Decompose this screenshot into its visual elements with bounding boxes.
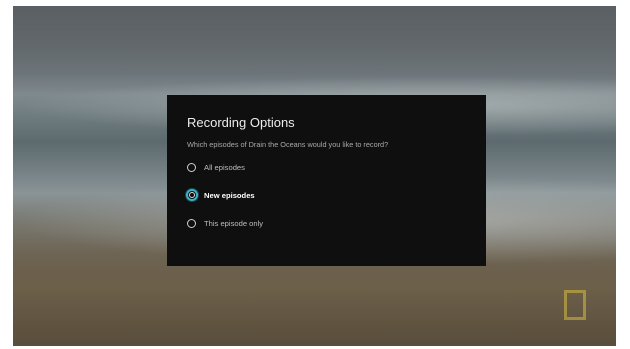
option-new-episodes[interactable]: New episodes: [185, 188, 466, 202]
option-this-episode-only[interactable]: This episode only: [187, 216, 466, 230]
option-all-episodes[interactable]: All episodes: [187, 160, 466, 174]
network-logo-icon: [564, 290, 586, 320]
radio-unselected-icon[interactable]: [187, 218, 196, 228]
option-label: All episodes: [204, 162, 245, 172]
radio-unselected-icon[interactable]: [187, 162, 196, 172]
recording-options-dialog: Recording Options Which episodes of Drai…: [167, 95, 486, 266]
radio-selected-icon[interactable]: [185, 189, 198, 201]
dialog-question: Which episodes of Drain the Oceans would…: [187, 140, 389, 149]
dialog-title: Recording Options: [187, 115, 295, 130]
option-label: This episode only: [204, 218, 264, 228]
option-label: New episodes: [204, 190, 255, 200]
